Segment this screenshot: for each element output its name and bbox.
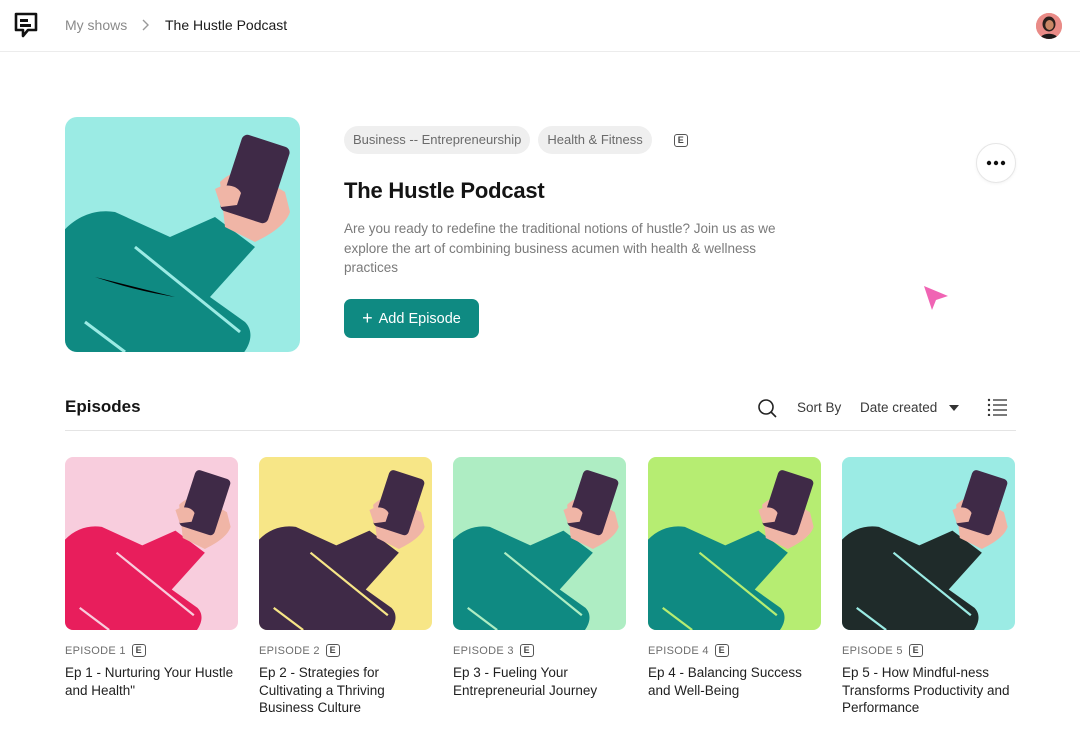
sort-value: Date created: [860, 400, 938, 415]
episode-meta: EPISODE 2 E: [259, 644, 432, 657]
sort-dropdown[interactable]: Date created: [860, 400, 960, 415]
episode-title: Ep 2 - Strategies for Cultivating a Thri…: [259, 665, 385, 715]
plus-icon: +: [362, 307, 373, 328]
explicit-badge-icon: E: [673, 133, 688, 147]
tag-business-entrepreneurship[interactable]: Business -- Entrepreneurship: [344, 126, 531, 154]
sort-by-label: Sort By: [797, 400, 842, 415]
episode-meta: EPISODE 4 E: [648, 644, 821, 657]
episode-number: EPISODE 1: [65, 644, 126, 657]
chevron-right-icon: [142, 19, 149, 31]
episode-card[interactable]: EPISODE 2 E Ep 2 - Strategies for Cultiv…: [259, 457, 432, 717]
episode-cover-art: [65, 457, 238, 630]
episode-title: Ep 4 - Balancing Success and Well-Being: [648, 665, 802, 698]
episode-cover-art: [842, 457, 1015, 630]
add-episode-label: Add Episode: [378, 310, 461, 327]
explicit-badge-icon: E: [714, 644, 729, 657]
user-photo-icon: [1036, 13, 1062, 39]
episode-card[interactable]: EPISODE 1 E Ep 1 - Nurturing Your Hustle…: [65, 457, 238, 699]
caret-down-icon: [949, 404, 960, 411]
tag-health-fitness[interactable]: Health & Fitness: [538, 126, 652, 154]
show-cover-art: [65, 117, 300, 352]
episode-number: EPISODE 2: [259, 644, 320, 657]
breadcrumb-my-shows[interactable]: My shows: [65, 17, 127, 33]
app-logo-icon[interactable]: [14, 12, 38, 38]
category-tags: Business -- Entrepreneurship Health & Fi…: [344, 126, 688, 154]
search-icon[interactable]: [757, 398, 777, 418]
episode-title: Ep 1 - Nurturing Your Hustle and Health": [65, 665, 234, 698]
ellipsis-icon: [986, 160, 1006, 166]
episodes-heading: Episodes: [65, 397, 141, 416]
explicit-badge-icon: E: [908, 644, 923, 657]
episode-meta: EPISODE 5 E: [842, 644, 1015, 657]
list-view-icon[interactable]: [987, 398, 1007, 416]
episode-number: EPISODE 3: [453, 644, 514, 657]
episode-card[interactable]: EPISODE 4 E Ep 4 - Balancing Success and…: [648, 457, 821, 699]
section-divider: [65, 430, 1016, 431]
explicit-badge-icon: E: [519, 644, 534, 657]
episode-card[interactable]: EPISODE 3 E Ep 3 - Fueling Your Entrepre…: [453, 457, 626, 699]
show-title: The Hustle Podcast: [344, 178, 545, 203]
add-episode-button[interactable]: + Add Episode: [344, 299, 479, 338]
user-avatar[interactable]: [1036, 13, 1062, 39]
episode-number: EPISODE 5: [842, 644, 903, 657]
episode-meta: EPISODE 3 E: [453, 644, 626, 657]
episode-card[interactable]: EPISODE 5 E Ep 5 - How Mindful-ness Tran…: [842, 457, 1015, 717]
more-options-button[interactable]: [976, 143, 1016, 183]
explicit-badge-icon: E: [325, 644, 340, 657]
episode-meta: EPISODE 1 E: [65, 644, 238, 657]
episode-title: Ep 3 - Fueling Your Entrepreneurial Jour…: [453, 665, 598, 698]
episode-title: Ep 5 - How Mindful-ness Transforms Produ…: [842, 665, 1010, 715]
explicit-badge-icon: E: [131, 644, 146, 657]
episode-cover-art: [453, 457, 626, 630]
show-description: Are you ready to redefine the traditiona…: [344, 221, 776, 275]
episode-cover-art: [259, 457, 432, 630]
episode-cover-art: [648, 457, 821, 630]
episode-number: EPISODE 4: [648, 644, 709, 657]
top-navigation-bar: My shows The Hustle Podcast: [0, 0, 1080, 52]
breadcrumb-current-show: The Hustle Podcast: [165, 17, 288, 33]
pointer-cursor-icon: [924, 286, 948, 310]
